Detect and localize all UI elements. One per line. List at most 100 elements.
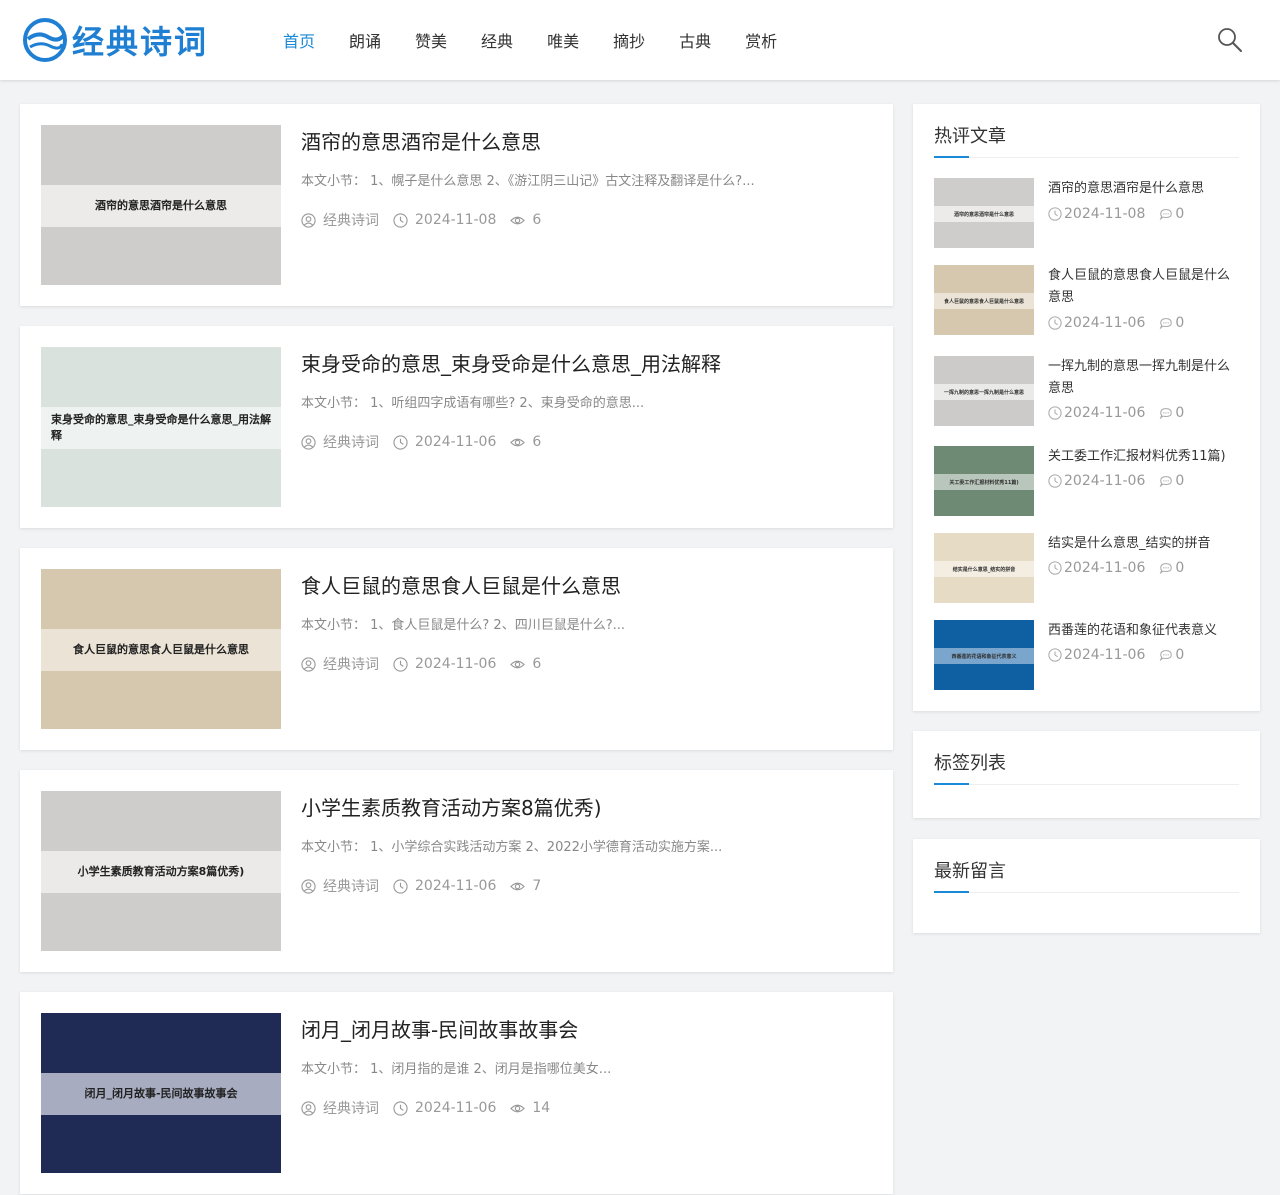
article-excerpt: 本文小节： 1、闭月指的是谁 2、闭月是指哪位美女... <box>301 1062 612 1077</box>
clock-icon <box>1048 474 1062 488</box>
thumbnail-caption: 一挥九制的意思一挥九制是什么意思 <box>934 384 1034 400</box>
article-title[interactable]: 束身受命的意思_束身受命是什么意思_用法解释 <box>301 348 721 377</box>
hot-article-comments: 0 <box>1175 560 1185 576</box>
article-date: 2024-11-06 <box>415 434 497 450</box>
thumbnail-caption: 食人巨鼠的意思食人巨鼠是什么意思 <box>41 629 281 671</box>
article-thumbnail[interactable]: 束身受命的意思_束身受命是什么意思_用法解释 <box>41 347 281 507</box>
clock-icon <box>1048 648 1062 662</box>
article-thumbnail[interactable]: 酒帘的意思酒帘是什么意思 <box>41 125 281 285</box>
hot-article-date: 2024-11-06 <box>1064 647 1146 663</box>
eye-icon <box>510 1104 526 1112</box>
article-meta: 经典诗词 2024-11-08 6 <box>301 210 555 230</box>
article-author[interactable]: 经典诗词 <box>323 210 379 230</box>
thumbnail-caption: 闭月_闭月故事-民间故事故事会 <box>41 1073 281 1115</box>
clock-icon <box>393 878 408 894</box>
widget-divider <box>934 157 1239 158</box>
comment-icon <box>1160 408 1173 420</box>
nav-item-home[interactable]: 首页 <box>283 28 315 52</box>
hot-article-comments: 0 <box>1175 206 1185 222</box>
article-thumbnail[interactable]: 小学生素质教育活动方案8篇优秀) <box>41 791 281 951</box>
article-views: 6 <box>532 212 542 228</box>
nav-item-jingdian[interactable]: 经典 <box>481 28 513 52</box>
nav-item-zhaichao[interactable]: 摘抄 <box>613 28 645 52</box>
widget-accent <box>934 156 969 158</box>
hot-article-meta: 2024-11-06 0 <box>1048 315 1184 331</box>
eye-icon <box>510 438 526 446</box>
thumbnail-caption: 食人巨鼠的意思食人巨鼠是什么意思 <box>934 293 1034 309</box>
hot-article-date: 2024-11-06 <box>1064 405 1146 421</box>
hot-article-item: 关工委工作汇报材料优秀11篇) 关工委工作汇报材料优秀11篇) 2024-11-… <box>934 446 1239 516</box>
eye-icon <box>510 660 526 668</box>
hot-article-title[interactable]: 食人巨鼠的意思食人巨鼠是什么意思 <box>1048 265 1240 309</box>
comment-icon <box>1160 650 1173 662</box>
article-card: 小学生素质教育活动方案8篇优秀) 小学生素质教育活动方案8篇优秀) 本文小节： … <box>20 770 893 972</box>
hot-article-title[interactable]: 酒帘的意思酒帘是什么意思 <box>1048 178 1240 200</box>
hot-article-meta: 2024-11-06 0 <box>1048 647 1184 663</box>
thumbnail-caption: 酒帘的意思酒帘是什么意思 <box>934 206 1034 222</box>
nav-item-gudian[interactable]: 古典 <box>679 28 711 52</box>
clock-icon <box>1048 316 1062 330</box>
article-author[interactable]: 经典诗词 <box>323 654 379 674</box>
thumbnail-caption: 西番莲的花语和象征代表意义 <box>934 648 1034 664</box>
site-logo[interactable]: 经典诗词 <box>22 16 208 64</box>
widget-accent <box>934 891 969 893</box>
hot-article-date: 2024-11-06 <box>1064 473 1146 489</box>
article-author[interactable]: 经典诗词 <box>323 1098 379 1118</box>
user-icon <box>301 878 316 894</box>
logo-icon <box>23 18 67 62</box>
nav-item-langsong[interactable]: 朗诵 <box>349 28 381 52</box>
hot-article-title[interactable]: 结实是什么意思_结实的拼音 <box>1048 533 1240 555</box>
widget-divider <box>934 892 1239 893</box>
article-card: 束身受命的意思_束身受命是什么意思_用法解释 束身受命的意思_束身受命是什么意思… <box>20 326 893 528</box>
hot-article-meta: 2024-11-06 0 <box>1048 405 1184 421</box>
latest-comments-widget: 最新留言 <box>913 839 1260 933</box>
comment-icon <box>1160 209 1173 221</box>
hot-article-title[interactable]: 西番莲的花语和象征代表意义 <box>1048 620 1240 642</box>
nav-item-zanmei[interactable]: 赞美 <box>415 28 447 52</box>
widget-title: 最新留言 <box>934 861 1006 882</box>
hot-article-thumbnail[interactable]: 酒帘的意思酒帘是什么意思 <box>934 178 1034 248</box>
nav-item-shangxi[interactable]: 赏析 <box>745 28 777 52</box>
thumbnail-caption: 小学生素质教育活动方案8篇优秀) <box>41 851 281 893</box>
hot-article-date: 2024-11-06 <box>1064 560 1146 576</box>
search-icon[interactable] <box>1216 26 1244 54</box>
hot-article-thumbnail[interactable]: 西番莲的花语和象征代表意义 <box>934 620 1034 690</box>
clock-icon <box>393 656 408 672</box>
clock-icon <box>1048 207 1062 221</box>
article-date: 2024-11-06 <box>415 656 497 672</box>
main-nav: 首页 朗诵 赞美 经典 唯美 摘抄 古典 赏析 <box>266 0 794 80</box>
hot-article-comments: 0 <box>1175 315 1185 331</box>
hot-article-thumbnail[interactable]: 关工委工作汇报材料优秀11篇) <box>934 446 1034 516</box>
nav-item-weimei[interactable]: 唯美 <box>547 28 579 52</box>
hot-article-item: 食人巨鼠的意思食人巨鼠是什么意思 食人巨鼠的意思食人巨鼠是什么意思 2024-1… <box>934 265 1239 335</box>
hot-article-date: 2024-11-08 <box>1064 206 1146 222</box>
comment-icon <box>1160 563 1173 575</box>
article-title[interactable]: 食人巨鼠的意思食人巨鼠是什么意思 <box>301 570 621 599</box>
article-title[interactable]: 酒帘的意思酒帘是什么意思 <box>301 126 541 155</box>
clock-icon <box>393 434 408 450</box>
hot-article-item: 结实是什么意思_结实的拼音 结实是什么意思_结实的拼音 2024-11-06 0 <box>934 533 1239 603</box>
article-title[interactable]: 闭月_闭月故事-民间故事故事会 <box>301 1014 578 1043</box>
article-author[interactable]: 经典诗词 <box>323 876 379 896</box>
hot-article-thumbnail[interactable]: 一挥九制的意思一挥九制是什么意思 <box>934 356 1034 426</box>
hot-article-comments: 0 <box>1175 405 1185 421</box>
article-author[interactable]: 经典诗词 <box>323 432 379 452</box>
article-excerpt: 本文小节： 1、听组四字成语有哪些? 2、束身受命的意思... <box>301 396 645 411</box>
hot-article-thumbnail[interactable]: 结实是什么意思_结实的拼音 <box>934 533 1034 603</box>
user-icon <box>301 1100 316 1116</box>
clock-icon <box>393 1100 408 1116</box>
article-title[interactable]: 小学生素质教育活动方案8篇优秀) <box>301 792 602 821</box>
eye-icon <box>510 882 526 890</box>
hot-article-title[interactable]: 关工委工作汇报材料优秀11篇) <box>1048 446 1240 468</box>
logo-text: 经典诗词 <box>72 23 209 61</box>
article-date: 2024-11-06 <box>415 878 497 894</box>
article-views: 7 <box>532 878 542 894</box>
article-meta: 经典诗词 2024-11-06 14 <box>301 1098 564 1118</box>
article-thumbnail[interactable]: 食人巨鼠的意思食人巨鼠是什么意思 <box>41 569 281 729</box>
article-card: 闭月_闭月故事-民间故事故事会 闭月_闭月故事-民间故事故事会 本文小节： 1、… <box>20 992 893 1194</box>
article-thumbnail[interactable]: 闭月_闭月故事-民间故事故事会 <box>41 1013 281 1173</box>
hot-article-thumbnail[interactable]: 食人巨鼠的意思食人巨鼠是什么意思 <box>934 265 1034 335</box>
thumbnail-caption: 结实是什么意思_结实的拼音 <box>934 561 1034 577</box>
hot-article-title[interactable]: 一挥九制的意思一挥九制是什么意思 <box>1048 356 1240 400</box>
thumbnail-caption: 酒帘的意思酒帘是什么意思 <box>41 185 281 227</box>
